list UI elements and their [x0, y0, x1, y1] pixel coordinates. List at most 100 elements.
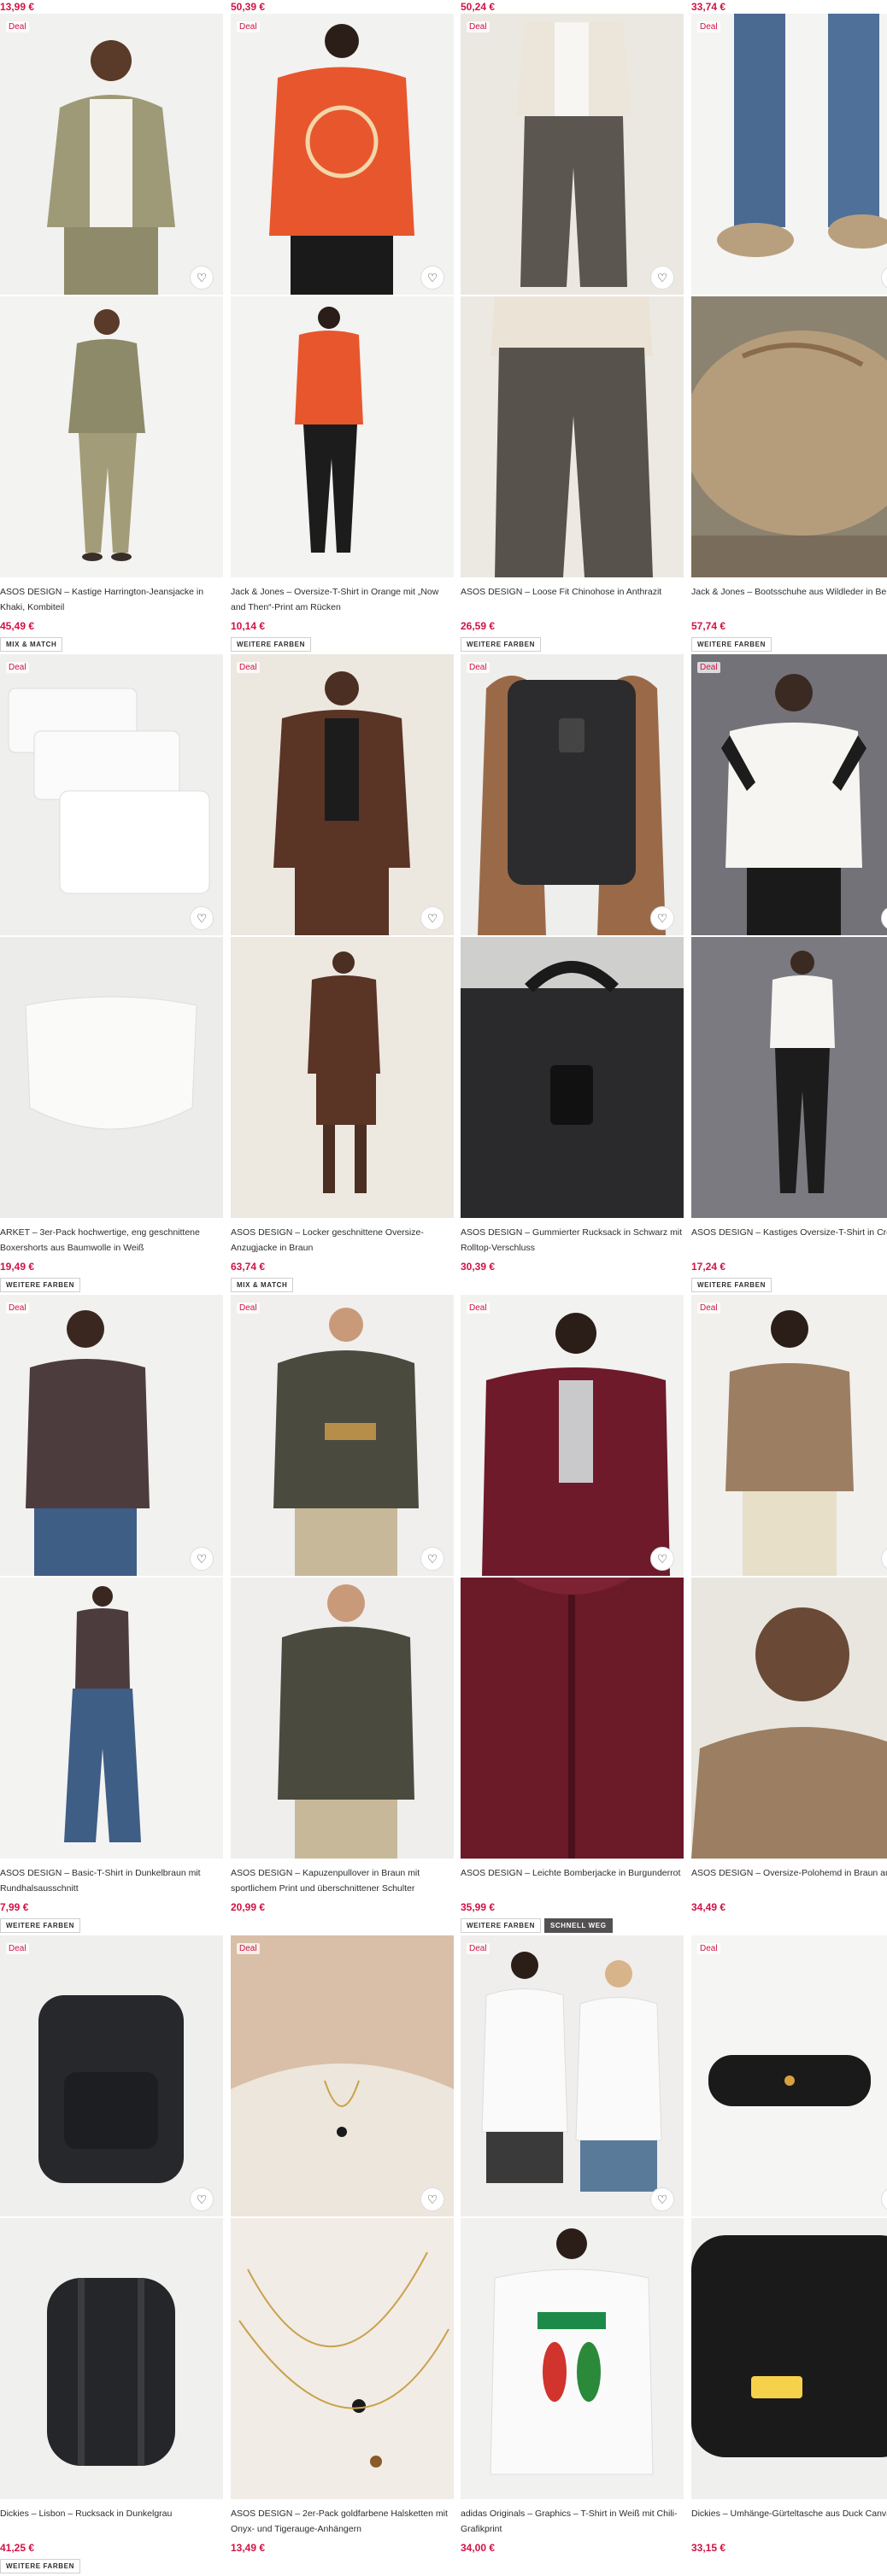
product-image[interactable]: [0, 1295, 223, 1576]
product-card[interactable]: Deal ♡ ASOS DESIGN – Loose Fit Chinohose…: [461, 14, 684, 654]
product-title[interactable]: ASOS DESIGN – Oversize-Polohemd in Braun…: [691, 1865, 887, 1898]
badge-more-colors: WEITERE FARBEN: [691, 1278, 772, 1292]
heart-icon[interactable]: ♡: [420, 266, 444, 290]
product-title[interactable]: ARKET – 3er-Pack hochwertige, eng geschn…: [0, 1225, 223, 1257]
product-title[interactable]: ASOS DESIGN – Locker geschnittene Oversi…: [231, 1225, 454, 1257]
product-image-alt[interactable]: [461, 937, 684, 1218]
product-image[interactable]: [0, 1935, 223, 2216]
product-image-alt[interactable]: [231, 937, 454, 1218]
deal-badge: Deal: [467, 662, 490, 673]
product-image[interactable]: [691, 1295, 887, 1576]
deal-badge: Deal: [467, 1943, 490, 1954]
deal-badge: Deal: [237, 21, 260, 32]
product-image[interactable]: [461, 14, 684, 295]
product-image-alt[interactable]: [0, 1578, 223, 1859]
product-badges: MIX & MATCH: [0, 635, 66, 652]
product-image[interactable]: [461, 1295, 684, 1576]
product-card[interactable]: Deal ♡ ASOS DESIGN – Oversize-Polohemd i…: [691, 1295, 887, 1935]
product-card[interactable]: Deal ♡ ASOS DESIGN – Locker geschnittene…: [231, 654, 454, 1295]
product-price: 30,39 €: [461, 1261, 496, 1273]
product-title[interactable]: Dickies – Umhänge-Gürteltasche aus Duck …: [691, 2506, 887, 2538]
product-price: 45,49 €: [0, 620, 35, 632]
product-card[interactable]: Deal ♡ ASOS DESIGN – Leichte Bomberjacke…: [461, 1295, 684, 1935]
heart-icon[interactable]: ♡: [420, 2187, 444, 2211]
product-image-alt[interactable]: [231, 296, 454, 577]
product-image[interactable]: [0, 654, 223, 935]
product-badges: WEITERE FARBEN SCHNELL WEG: [461, 1917, 616, 1933]
product-image-alt[interactable]: [0, 937, 223, 1218]
badge-more-colors: WEITERE FARBEN: [461, 637, 541, 652]
previous-row-prices: 13,99 € 50,39 € 50,24 € 33,74 €: [0, 0, 887, 14]
product-card[interactable]: Deal ♡ ASOS DESIGN – Kastiges Oversize-T…: [691, 654, 887, 1295]
badge-more-colors: WEITERE FARBEN: [0, 1278, 80, 1292]
heart-icon[interactable]: ♡: [650, 906, 674, 930]
product-image-alt[interactable]: [691, 937, 887, 1218]
product-image[interactable]: [461, 1935, 684, 2216]
product-badges: WEITERE FARBEN: [0, 1276, 84, 1292]
product-image[interactable]: [691, 14, 887, 295]
product-title[interactable]: ASOS DESIGN – 2er-Pack goldfarbene Halsk…: [231, 2506, 454, 2538]
product-image[interactable]: [231, 14, 454, 295]
product-price: 20,99 €: [231, 1901, 266, 1913]
heart-icon[interactable]: ♡: [420, 1547, 444, 1571]
heart-icon[interactable]: ♡: [190, 1547, 214, 1571]
product-badges: WEITERE FARBEN: [691, 1276, 775, 1292]
product-image[interactable]: [231, 1295, 454, 1576]
product-title[interactable]: ASOS DESIGN – Leichte Bomberjacke in Bur…: [461, 1865, 684, 1898]
product-card[interactable]: Deal ♡ ASOS DESIGN – Basic-T-Shirt in Du…: [0, 1295, 223, 1935]
product-image[interactable]: [461, 654, 684, 935]
product-title[interactable]: Dickies – Lisbon – Rucksack in Dunkelgra…: [0, 2506, 223, 2538]
product-card[interactable]: Deal ♡ ARKET – 3er-Pack hochwertige, eng…: [0, 654, 223, 1295]
product-title[interactable]: ASOS DESIGN – Kastiges Oversize-T-Shirt …: [691, 1225, 887, 1257]
product-card[interactable]: Deal ♡ ASOS DESIGN – 2er-Pack goldfarben…: [231, 1935, 454, 2576]
product-card[interactable]: Deal ♡ ASOS DESIGN – Kastige Harrington-…: [0, 14, 223, 654]
heart-icon[interactable]: ♡: [420, 906, 444, 930]
product-card[interactable]: Deal ♡ ASOS DESIGN – Kapuzenpullover in …: [231, 1295, 454, 1935]
product-image-alt[interactable]: [461, 296, 684, 577]
product-image-alt[interactable]: [461, 2218, 684, 2499]
heart-icon[interactable]: ♡: [650, 1547, 674, 1571]
heart-icon[interactable]: ♡: [190, 906, 214, 930]
product-title[interactable]: ASOS DESIGN – Basic-T-Shirt in Dunkelbra…: [0, 1865, 223, 1898]
product-image[interactable]: [691, 1935, 887, 2216]
product-title[interactable]: Jack & Jones – Bootsschuhe aus Wildleder…: [691, 584, 887, 617]
heart-icon[interactable]: ♡: [190, 2187, 214, 2211]
heart-icon[interactable]: ♡: [650, 266, 674, 290]
product-title[interactable]: ASOS DESIGN – Gummierter Rucksack in Sch…: [461, 1225, 684, 1257]
product-title[interactable]: ASOS DESIGN – Loose Fit Chinohose in Ant…: [461, 584, 684, 617]
product-image-alt[interactable]: [691, 1578, 887, 1859]
product-title[interactable]: ASOS DESIGN – Kapuzenpullover in Braun m…: [231, 1865, 454, 1898]
product-title[interactable]: ASOS DESIGN – Kastige Harrington-Jeansja…: [0, 584, 223, 617]
deal-badge: Deal: [6, 1943, 29, 1954]
product-image-alt[interactable]: [461, 1578, 684, 1859]
product-price: 19,49 €: [0, 1261, 35, 1273]
deal-badge: Deal: [467, 21, 490, 32]
product-card[interactable]: Deal ♡ Jack & Jones – Bootsschuhe aus Wi…: [691, 14, 887, 654]
product-image-alt[interactable]: [0, 296, 223, 577]
product-card[interactable]: Deal ♡ Dickies – Lisbon – Rucksack in Du…: [0, 1935, 223, 2576]
product-badges: WEITERE FARBEN: [231, 635, 314, 652]
heart-icon[interactable]: ♡: [650, 2187, 674, 2211]
product-image[interactable]: [231, 654, 454, 935]
product-grid: Deal ♡ ASOS DESIGN – Kastige Harrington-…: [0, 14, 887, 2576]
product-image-alt[interactable]: [231, 1578, 454, 1859]
product-image-alt[interactable]: [231, 2218, 454, 2499]
product-price: 34,00 €: [461, 2542, 496, 2554]
product-image[interactable]: [691, 654, 887, 935]
product-card[interactable]: Deal ♡ Jack & Jones – Oversize-T-Shirt i…: [231, 14, 454, 654]
product-title[interactable]: Jack & Jones – Oversize-T-Shirt in Orang…: [231, 584, 454, 617]
product-image[interactable]: [0, 14, 223, 295]
price: 50,24 €: [461, 1, 496, 13]
product-image-alt[interactable]: [691, 296, 887, 577]
product-card[interactable]: Deal ♡ ASOS DESIGN – Gummierter Rucksack…: [461, 654, 684, 1295]
product-image-alt[interactable]: [691, 2218, 887, 2499]
deal-badge: Deal: [237, 1303, 260, 1314]
product-title[interactable]: adidas Originals – Graphics – T-Shirt in…: [461, 2506, 684, 2538]
product-card[interactable]: Deal ♡ Dickies – Umhänge-Gürteltasche au…: [691, 1935, 887, 2576]
product-image[interactable]: [231, 1935, 454, 2216]
product-card[interactable]: Deal ♡ adidas Originals – Graphics – T-S…: [461, 1935, 684, 2576]
deal-badge: Deal: [697, 1303, 720, 1314]
heart-icon[interactable]: ♡: [190, 266, 214, 290]
product-price: 57,74 €: [691, 620, 726, 632]
product-image-alt[interactable]: [0, 2218, 223, 2499]
